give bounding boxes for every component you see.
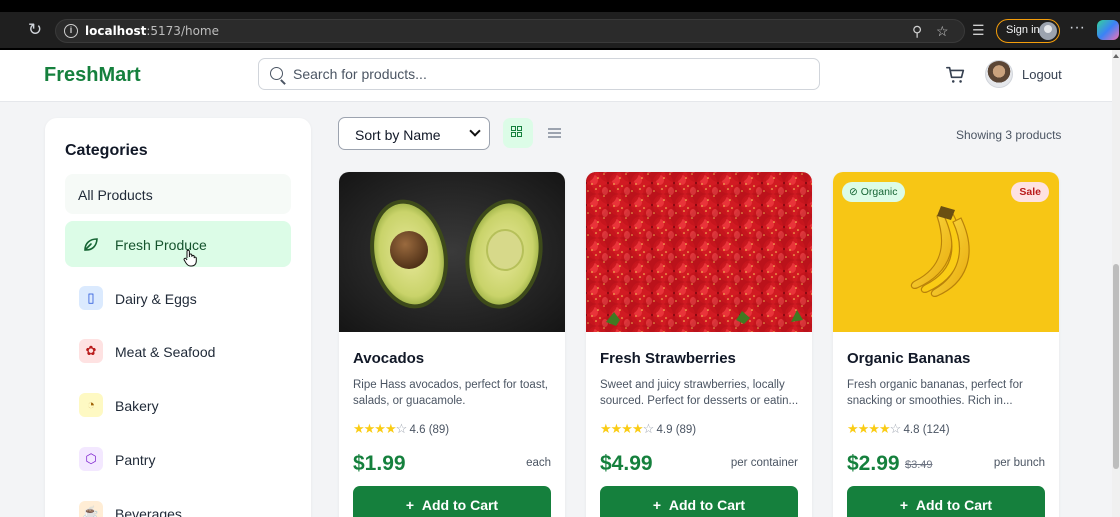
category-sidebar: Categories All Products Fresh Produce ▯ …	[45, 118, 311, 517]
cart-icon[interactable]	[945, 64, 967, 86]
review-count: (89)	[675, 424, 697, 436]
hand-cursor-icon	[183, 249, 197, 267]
copilot-icon[interactable]	[1097, 20, 1119, 40]
sidebar-item-label: Pantry	[115, 452, 156, 468]
product-unit: each	[526, 457, 551, 469]
package-icon: ⬡	[79, 447, 103, 471]
star-rating-icon: ★★★★☆	[847, 421, 901, 436]
add-to-cart-button[interactable]: + Add to Cart	[353, 486, 551, 517]
add-to-cart-label: Add to Cart	[421, 497, 499, 513]
sidebar-item-label: All Products	[78, 187, 153, 203]
product-image[interactable]	[339, 172, 565, 332]
organic-badge-label: Organic	[860, 186, 898, 198]
product-rating: ★★★★☆ 4.8 (124)	[847, 421, 950, 437]
product-card-avocados[interactable]: Avocados Ripe Hass avocados, perfect for…	[339, 172, 565, 517]
search-input[interactable]	[293, 59, 813, 89]
product-unit: per container	[730, 457, 798, 469]
add-to-cart-label: Add to Cart	[668, 497, 746, 513]
product-rating: ★★★★☆ 4.6 (89)	[353, 421, 449, 437]
scroll-up-arrow-icon[interactable]	[1113, 54, 1119, 58]
reload-icon[interactable]: ↻	[26, 21, 44, 39]
review-count: (124)	[922, 424, 950, 436]
sidebar-item-dairy-eggs[interactable]: ▯ Dairy & Eggs	[65, 275, 291, 321]
search-icon	[270, 67, 283, 80]
sort-select[interactable]: Sort by Name	[338, 117, 490, 150]
add-to-cart-button[interactable]: + Add to Cart	[600, 486, 798, 517]
grid-view-button[interactable]	[503, 118, 533, 148]
review-count: (89)	[428, 424, 450, 436]
product-old-price: $3.49	[905, 459, 933, 471]
sidebar-title: Categories	[65, 142, 148, 159]
sign-in-label: Sign in	[1006, 24, 1040, 36]
plus-icon: +	[405, 497, 415, 513]
product-unit: per bunch	[993, 457, 1045, 469]
sale-badge: Sale	[1011, 182, 1049, 202]
product-image[interactable]	[586, 172, 812, 332]
croissant-icon: ◔	[79, 393, 103, 417]
list-view-button[interactable]	[543, 118, 567, 148]
product-name[interactable]: Avocados	[353, 350, 424, 367]
plus-icon: +	[899, 497, 909, 513]
leaf-icon	[84, 238, 98, 251]
product-price: $4.99	[600, 452, 653, 475]
sort-select-value: Sort by Name	[355, 127, 441, 143]
scroll-thumb[interactable]	[1113, 264, 1119, 469]
url-host: localhost	[85, 24, 147, 38]
rating-value: 4.6	[409, 424, 426, 436]
product-price: $2.99	[847, 452, 900, 475]
address-bar[interactable]: i localhost:5173/home ⚲ ☆	[55, 19, 965, 43]
product-rating: ★★★★☆ 4.9 (89)	[600, 421, 696, 437]
product-description: Fresh organic bananas, perfect for snack…	[847, 379, 1023, 407]
rating-value: 4.8	[903, 424, 920, 436]
app-header: FreshMart Logout	[0, 50, 1112, 102]
sidebar-item-pantry[interactable]: ⬡ Pantry	[65, 436, 291, 482]
sidebar-item-all-products[interactable]: All Products	[65, 174, 291, 214]
url-path: :5173/home	[146, 24, 220, 38]
grid-icon	[511, 126, 516, 131]
page-scrollbar[interactable]	[1112, 50, 1120, 517]
sidebar-item-label: Meat & Seafood	[115, 344, 216, 360]
sidebar-item-fresh-produce[interactable]: Fresh Produce	[65, 221, 291, 267]
sign-in-button[interactable]: Sign in	[996, 19, 1060, 43]
chevron-down-icon	[469, 125, 481, 137]
rating-value: 4.9	[656, 424, 673, 436]
list-icon	[548, 128, 561, 130]
sidebar-item-meat-seafood[interactable]: ✿ Meat & Seafood	[65, 328, 291, 374]
info-icon[interactable]: i	[64, 24, 78, 38]
sidebar-item-beverages[interactable]: ☕ Beverages	[65, 490, 291, 517]
user-avatar[interactable]	[985, 60, 1013, 88]
key-icon[interactable]: ⚲	[912, 23, 922, 39]
star-icon[interactable]: ☆	[936, 23, 949, 39]
brand-logo[interactable]: FreshMart	[44, 64, 141, 87]
coffee-icon: ☕	[79, 501, 103, 517]
product-price: $1.99	[353, 452, 406, 475]
plus-icon: +	[652, 497, 662, 513]
add-to-cart-button[interactable]: + Add to Cart	[847, 486, 1045, 517]
product-count: Showing 3 products	[956, 128, 1062, 142]
favorites-icon[interactable]: ☰	[972, 22, 985, 38]
sidebar-item-label: Beverages	[115, 506, 182, 517]
browser-chrome: ↻ i localhost:5173/home ⚲ ☆ ☰ Sign in ··…	[0, 0, 1120, 50]
product-name[interactable]: Fresh Strawberries	[600, 350, 736, 367]
more-menu-icon[interactable]: ···	[1069, 19, 1085, 37]
product-description: Ripe Hass avocados, perfect for toast, s…	[353, 379, 548, 407]
add-to-cart-label: Add to Cart	[915, 497, 993, 513]
milk-icon: ▯	[79, 286, 103, 310]
product-name[interactable]: Organic Bananas	[847, 350, 970, 367]
url-text: localhost:5173/home	[85, 24, 219, 38]
fish-icon: ✿	[79, 339, 103, 363]
sidebar-item-label: Bakery	[115, 398, 159, 414]
profile-icon	[1039, 22, 1057, 40]
organic-badge: ⊘ Organic	[842, 182, 905, 202]
product-card-bananas[interactable]: ⊘ Organic Sale Organic Bananas Fresh org…	[833, 172, 1059, 517]
sidebar-item-label: Dairy & Eggs	[115, 291, 197, 307]
sidebar-item-bakery[interactable]: ◔ Bakery	[65, 382, 291, 428]
star-rating-icon: ★★★★☆	[353, 421, 407, 436]
logout-button[interactable]: Logout	[1022, 67, 1062, 82]
star-rating-icon: ★★★★☆	[600, 421, 654, 436]
product-description: Sweet and juicy strawberries, locally so…	[600, 379, 799, 407]
product-card-strawberries[interactable]: Fresh Strawberries Sweet and juicy straw…	[586, 172, 812, 517]
search-box[interactable]	[258, 58, 820, 90]
leaf-icon: ⊘	[849, 186, 858, 198]
